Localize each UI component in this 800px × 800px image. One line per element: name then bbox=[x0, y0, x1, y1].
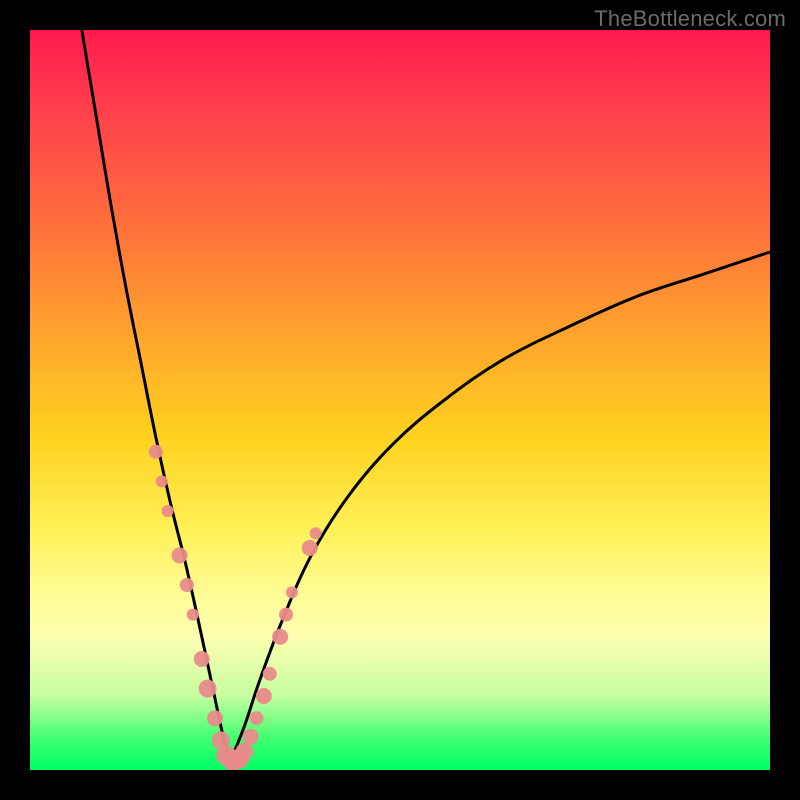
watermark-text: TheBottleneck.com bbox=[594, 6, 786, 32]
marker-layer bbox=[30, 30, 770, 770]
app-frame: TheBottleneck.com bbox=[0, 0, 800, 800]
marker-point bbox=[171, 547, 187, 563]
marker-point bbox=[207, 710, 223, 726]
marker-point bbox=[286, 586, 298, 598]
marker-point bbox=[243, 729, 259, 745]
marker-point bbox=[249, 711, 263, 725]
marker-point bbox=[302, 540, 318, 556]
marker-point bbox=[236, 743, 254, 761]
marker-point bbox=[310, 527, 322, 539]
marker-point bbox=[263, 667, 277, 681]
marker-point bbox=[149, 445, 163, 459]
marker-point bbox=[187, 609, 199, 621]
plot-area bbox=[30, 30, 770, 770]
marker-point bbox=[156, 475, 168, 487]
marker-point bbox=[279, 608, 293, 622]
marker-point bbox=[199, 680, 217, 698]
marker-point bbox=[256, 688, 272, 704]
marker-point bbox=[162, 505, 174, 517]
marker-point bbox=[272, 629, 288, 645]
marker-point bbox=[194, 651, 210, 667]
marker-group bbox=[149, 445, 322, 770]
marker-point bbox=[180, 578, 194, 592]
